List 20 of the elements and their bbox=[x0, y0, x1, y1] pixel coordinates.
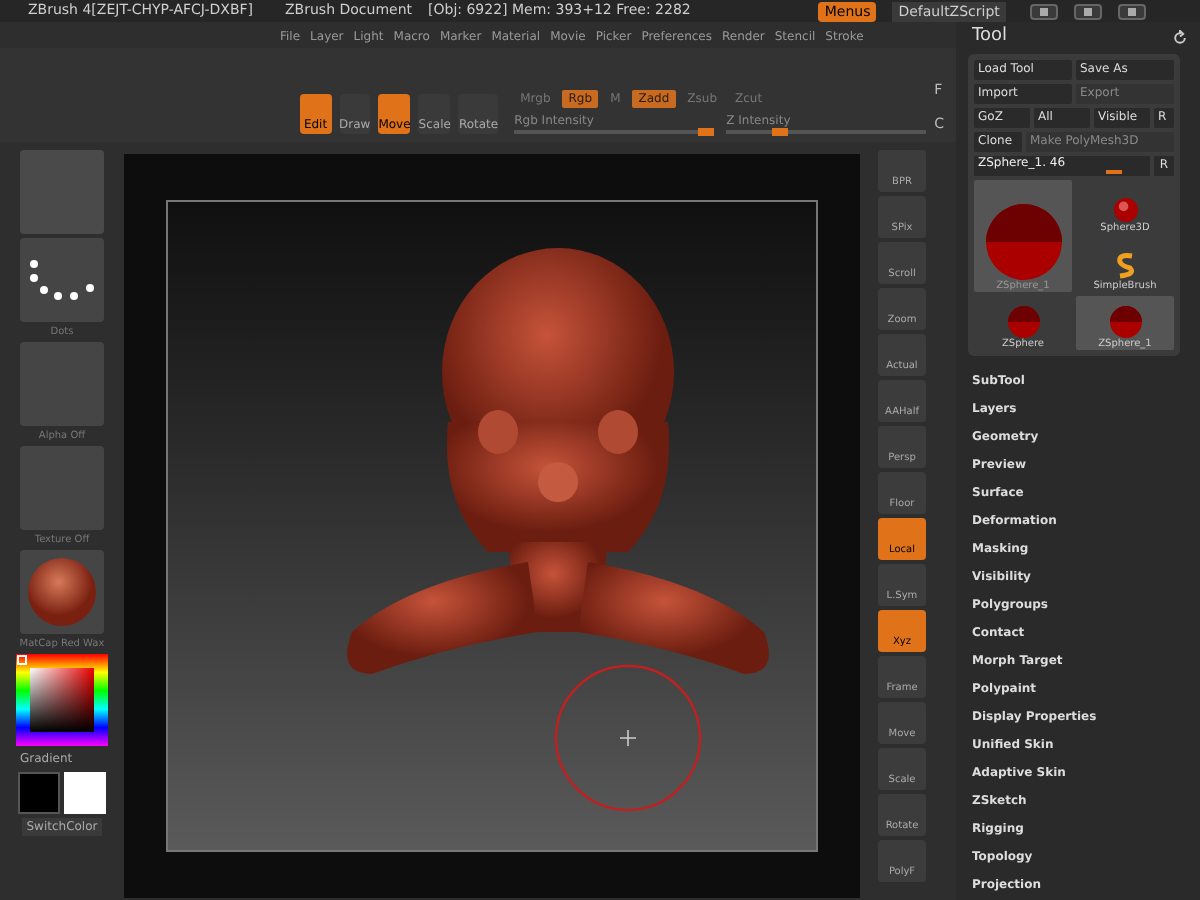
window-control-icon bbox=[1029, 3, 1058, 19]
color-picker bbox=[16, 654, 108, 746]
window-control-icon bbox=[1073, 3, 1102, 19]
material-sphere-icon bbox=[26, 556, 98, 628]
sphere-icon bbox=[985, 204, 1061, 280]
color-swatch[interactable] bbox=[18, 772, 60, 814]
thumbnail-button[interactable] bbox=[20, 238, 104, 322]
sphere-icon bbox=[1109, 306, 1141, 338]
slider-thumb[interactable] bbox=[698, 128, 715, 136]
panel-title: Tool bbox=[972, 24, 1007, 51]
refresh-icon bbox=[1172, 30, 1188, 46]
thumbnail-button[interactable] bbox=[20, 550, 104, 634]
s-curve-icon bbox=[1113, 252, 1137, 280]
sphere-icon bbox=[1007, 306, 1039, 338]
slider-thumb[interactable] bbox=[772, 128, 789, 136]
dots-stroke-icon bbox=[26, 258, 98, 302]
brush-thumbnail[interactable] bbox=[20, 150, 104, 234]
sphere-icon bbox=[1113, 198, 1137, 222]
window-control-icon bbox=[1117, 3, 1146, 19]
color-swatch[interactable] bbox=[64, 772, 106, 814]
